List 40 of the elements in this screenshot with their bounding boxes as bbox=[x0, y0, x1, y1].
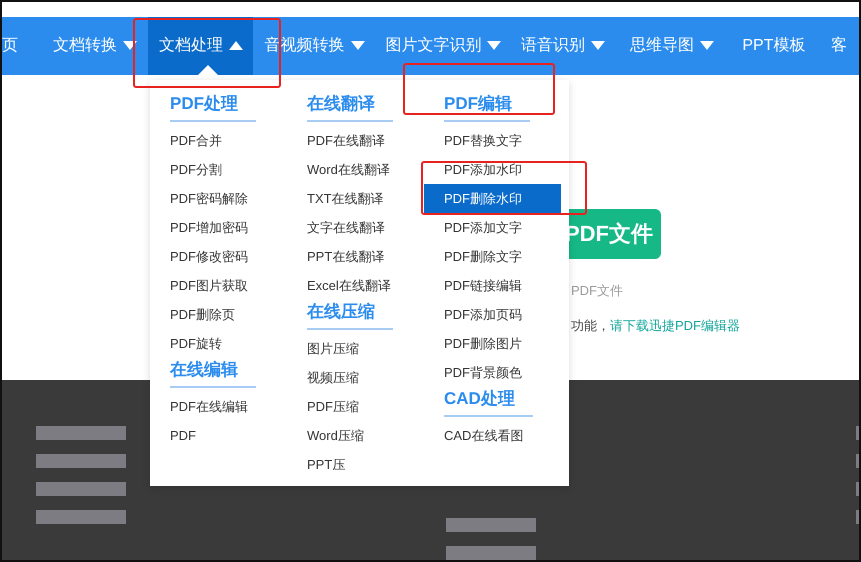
menu-item[interactable]: Word压缩 bbox=[307, 421, 364, 450]
menu-item[interactable]: PDF在线翻译 bbox=[307, 126, 385, 155]
menu-item[interactable]: PPT在线翻译 bbox=[307, 242, 384, 271]
menu-item[interactable]: PDF修改密码 bbox=[170, 242, 248, 271]
info-text: 功能， bbox=[571, 317, 610, 336]
menu-item[interactable]: PDF添加水印 bbox=[444, 155, 522, 184]
menu-item[interactable]: PDF删除水印 bbox=[424, 184, 561, 213]
menu-item[interactable]: PDF删除图片 bbox=[444, 329, 522, 358]
menu-item[interactable]: PDF密码解除 bbox=[170, 184, 248, 213]
menu-item[interactable]: PPT压 bbox=[307, 450, 346, 479]
menu-item[interactable]: PDF背景颜色 bbox=[444, 358, 522, 387]
menu-item[interactable]: PDF分割 bbox=[170, 155, 222, 184]
menu-item[interactable]: 视频压缩 bbox=[307, 363, 359, 392]
menu-item[interactable]: PDF链接编辑 bbox=[444, 271, 522, 300]
menu-heading: 在线翻译 bbox=[307, 92, 393, 122]
menu-heading: CAD处理 bbox=[444, 387, 533, 417]
menu-item[interactable]: Excel在线翻译 bbox=[307, 271, 391, 300]
menu-item[interactable]: PDF bbox=[170, 421, 196, 450]
hint-text: PDF文件 bbox=[571, 282, 624, 300]
menu-item[interactable]: PDF在线编辑 bbox=[170, 392, 248, 421]
menu-item[interactable]: PDF添加页码 bbox=[444, 300, 522, 329]
menu-item[interactable]: 图片压缩 bbox=[307, 334, 359, 363]
menu-item[interactable]: PDF增加密码 bbox=[170, 213, 248, 242]
menu-item[interactable]: PDF图片获取 bbox=[170, 271, 248, 300]
menu-heading: 在线编辑 bbox=[170, 358, 256, 388]
menu-item[interactable]: CAD在线看图 bbox=[444, 421, 524, 450]
menu-item[interactable]: PDF删除页 bbox=[170, 300, 235, 329]
menu-heading: PDF处理 bbox=[170, 92, 256, 122]
menu-item[interactable]: PDF压缩 bbox=[307, 392, 359, 421]
menu-item[interactable]: PDF旋转 bbox=[170, 329, 222, 358]
menu-item[interactable]: PDF删除文字 bbox=[444, 242, 522, 271]
menu-item[interactable]: PDF合并 bbox=[170, 126, 222, 155]
menu-item[interactable]: PDF添加文字 bbox=[444, 213, 522, 242]
menu-item[interactable]: Word在线翻译 bbox=[307, 155, 390, 184]
menu-item[interactable]: TXT在线翻译 bbox=[307, 184, 384, 213]
menu-heading: 在线压缩 bbox=[307, 300, 393, 330]
nav-tab[interactable]: 文档处理 bbox=[148, 16, 254, 75]
menu-heading: PDF编辑 bbox=[444, 92, 530, 122]
menu-item[interactable]: PDF替换文字 bbox=[444, 126, 522, 155]
menu-item[interactable]: 文字在线翻译 bbox=[307, 213, 385, 242]
